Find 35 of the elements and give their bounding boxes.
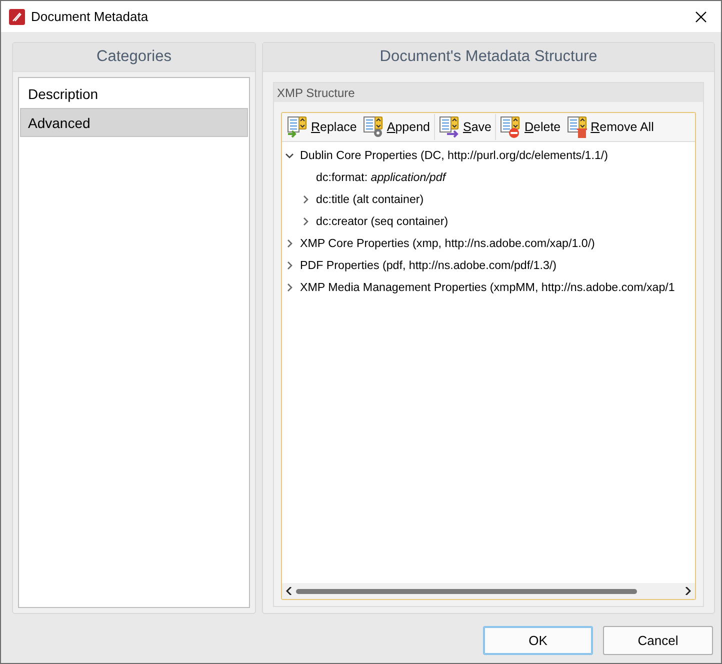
toolbar-button[interactable]: Append: [360, 114, 433, 140]
tree-item[interactable]: dc:title (alt container): [316, 192, 424, 206]
ok-button[interactable]: OK: [483, 626, 593, 655]
panel-title: Document's Metadata Structure: [263, 43, 714, 72]
tree-item[interactable]: PDF Properties (pdf, http://ns.adobe.com/pdf/1.3/): [300, 258, 556, 272]
window-title: Document Metadata: [31, 9, 150, 24]
toolbar-button[interactable]: Delete: [497, 114, 564, 140]
toolbar-button[interactable]: Remove All: [564, 114, 657, 140]
toolbar-button[interactable]: Replace: [284, 114, 360, 140]
horizontal-scrollbar[interactable]: [282, 583, 695, 599]
cancel-button[interactable]: Cancel: [603, 626, 713, 655]
scroll-left-icon[interactable]: [286, 587, 292, 595]
scroll-right-icon[interactable]: [685, 587, 691, 595]
gear-icon: [362, 116, 385, 138]
chevron-right-icon[interactable]: [285, 238, 294, 248]
tree-item[interactable]: XMP Media Management Properties (xmpMM, http://ns.adobe.com/xap/1: [300, 280, 675, 294]
chevron-right-icon[interactable]: [301, 194, 310, 204]
tree-item[interactable]: dc:creator (seq container): [316, 214, 448, 228]
trash-icon: [566, 116, 589, 138]
replace-icon: [287, 116, 309, 138]
app-logo-icon: [9, 8, 25, 24]
chevron-right-icon[interactable]: [285, 260, 294, 270]
delete-icon: [500, 116, 522, 138]
chevron-down-icon[interactable]: [285, 150, 294, 160]
save-icon: [438, 116, 461, 138]
close-icon[interactable]: [695, 10, 707, 22]
panel-title: Categories: [13, 43, 255, 72]
group-title: XMP Structure: [274, 83, 703, 102]
chevron-right-icon[interactable]: [285, 282, 294, 292]
tree-item[interactable]: dc:format: application/pdf: [316, 170, 446, 184]
toolbar-button[interactable]: Save: [436, 114, 494, 140]
chevron-right-icon[interactable]: [301, 216, 310, 226]
tree-item[interactable]: Dublin Core Properties (DC, http://purl.org/dc/elements/1.1/): [300, 148, 608, 162]
tree-item[interactable]: XMP Core Properties (xmp, http://ns.adobe.com/xap/1.0/): [300, 236, 595, 250]
category-item[interactable]: Advanced: [20, 108, 248, 137]
